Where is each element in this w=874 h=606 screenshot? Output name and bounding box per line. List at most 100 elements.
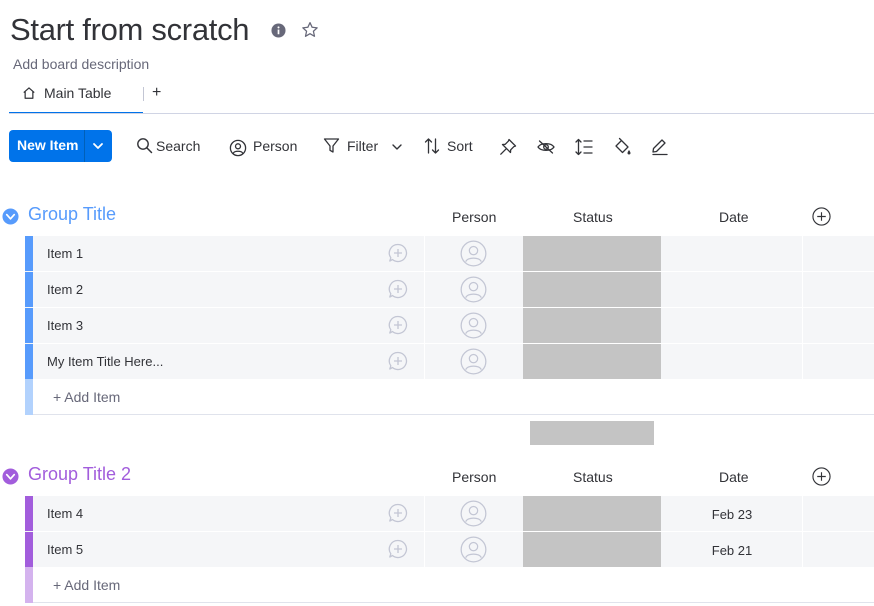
tabs-divider (9, 113, 874, 114)
row-color-bar (25, 379, 33, 415)
table-row[interactable]: Item 2 (25, 272, 874, 308)
chevron-down-icon[interactable] (91, 139, 105, 153)
add-update-icon[interactable] (388, 243, 408, 263)
add-item-label: + Add Item (53, 389, 121, 405)
filter-button[interactable]: Filter (323, 137, 405, 157)
row-height-icon[interactable] (574, 137, 594, 157)
person-icon[interactable] (460, 240, 487, 267)
row-color-bar (25, 532, 33, 567)
add-update-icon[interactable] (388, 539, 408, 559)
person-icon[interactable] (460, 312, 487, 339)
cell-divider (424, 496, 425, 532)
table-row[interactable]: Item 1 (25, 236, 874, 272)
sort-icon (424, 138, 440, 154)
filter-label: Filter (347, 138, 379, 154)
row-color-bar (25, 236, 33, 271)
collapse-group-icon[interactable] (2, 208, 19, 225)
pin-icon[interactable] (498, 137, 518, 157)
board-title[interactable]: Start from scratch (10, 12, 250, 48)
item-name[interactable]: Item 4 (47, 506, 83, 521)
add-item-row[interactable]: + Add Item (25, 567, 874, 603)
hide-icon[interactable] (536, 137, 556, 157)
status-summary-bar (530, 421, 654, 445)
person-icon[interactable] (460, 276, 487, 303)
star-icon[interactable] (301, 21, 319, 39)
item-name[interactable]: Item 5 (47, 542, 83, 557)
item-name[interactable]: Item 3 (47, 318, 83, 333)
group-header: Group Title Person Status Date (0, 201, 874, 231)
status-cell[interactable] (523, 532, 661, 567)
status-cell[interactable] (523, 308, 661, 343)
group-title[interactable]: Group Title (28, 204, 116, 225)
status-cell[interactable] (523, 496, 661, 531)
add-update-icon[interactable] (388, 503, 408, 523)
add-view-button[interactable]: + (152, 84, 161, 102)
cell-divider (802, 532, 803, 568)
row-color-bar (25, 496, 33, 531)
add-update-icon[interactable] (388, 315, 408, 335)
new-item-label: New Item (17, 137, 79, 153)
cell-divider (424, 236, 425, 272)
table-row[interactable]: My Item Title Here... (25, 344, 874, 380)
new-item-button[interactable]: New Item (9, 130, 112, 162)
person-icon (229, 139, 247, 157)
status-cell[interactable] (523, 236, 661, 271)
table-row[interactable]: Item 3 (25, 308, 874, 344)
group-header: Group Title 2 Person Status Date (0, 461, 874, 491)
collapse-group-icon[interactable] (2, 468, 19, 485)
search-button[interactable]: Search (136, 137, 202, 157)
status-cell[interactable] (523, 344, 661, 379)
item-name[interactable]: Item 2 (47, 282, 83, 297)
row-color-bar (25, 567, 33, 603)
cell-divider (802, 496, 803, 532)
cell-divider (424, 344, 425, 380)
info-icon[interactable] (271, 23, 286, 38)
home-icon (23, 87, 35, 99)
item-name[interactable]: My Item Title Here... (47, 354, 163, 369)
tab-divider (143, 87, 144, 101)
tab-main-table[interactable]: Main Table (9, 80, 143, 114)
column-header-status[interactable]: Status (573, 209, 613, 225)
group-title[interactable]: Group Title 2 (28, 464, 131, 485)
cell-divider (802, 308, 803, 344)
chevron-down-icon[interactable] (391, 141, 403, 153)
board-description[interactable]: Add board description (13, 56, 149, 72)
add-item-label: + Add Item (53, 577, 121, 593)
cell-divider (802, 344, 803, 380)
date-cell[interactable]: Feb 23 (663, 507, 801, 522)
table-row[interactable]: Item 4 Feb 23 (25, 496, 874, 532)
add-column-icon[interactable] (812, 207, 831, 226)
cell-divider (424, 532, 425, 568)
add-item-row[interactable]: + Add Item (25, 379, 874, 415)
paint-bucket-icon[interactable] (612, 137, 632, 157)
item-name[interactable]: Item 1 (47, 246, 83, 261)
person-filter-button[interactable]: Person (229, 137, 299, 157)
sort-button[interactable]: Sort (424, 137, 476, 157)
cell-divider (424, 272, 425, 308)
column-header-person[interactable]: Person (452, 209, 496, 225)
add-update-icon[interactable] (388, 279, 408, 299)
row-color-bar (25, 344, 33, 379)
new-item-divider (84, 130, 85, 162)
column-header-person[interactable]: Person (452, 469, 496, 485)
add-update-icon[interactable] (388, 351, 408, 371)
column-header-date[interactable]: Date (719, 209, 749, 225)
sort-label: Sort (447, 138, 473, 154)
person-icon[interactable] (460, 348, 487, 375)
search-label: Search (156, 138, 201, 154)
row-color-bar (25, 272, 33, 307)
person-filter-label: Person (253, 138, 298, 154)
add-column-icon[interactable] (812, 467, 831, 486)
date-cell[interactable]: Feb 21 (663, 543, 801, 558)
column-header-date[interactable]: Date (719, 469, 749, 485)
filter-icon (323, 138, 340, 153)
person-icon[interactable] (460, 536, 487, 563)
person-icon[interactable] (460, 500, 487, 527)
edit-icon[interactable] (650, 137, 670, 157)
table-row[interactable]: Item 5 Feb 21 (25, 532, 874, 568)
column-header-status[interactable]: Status (573, 469, 613, 485)
cell-divider (424, 308, 425, 344)
status-cell[interactable] (523, 272, 661, 307)
cell-divider (802, 272, 803, 308)
cell-divider (802, 236, 803, 272)
